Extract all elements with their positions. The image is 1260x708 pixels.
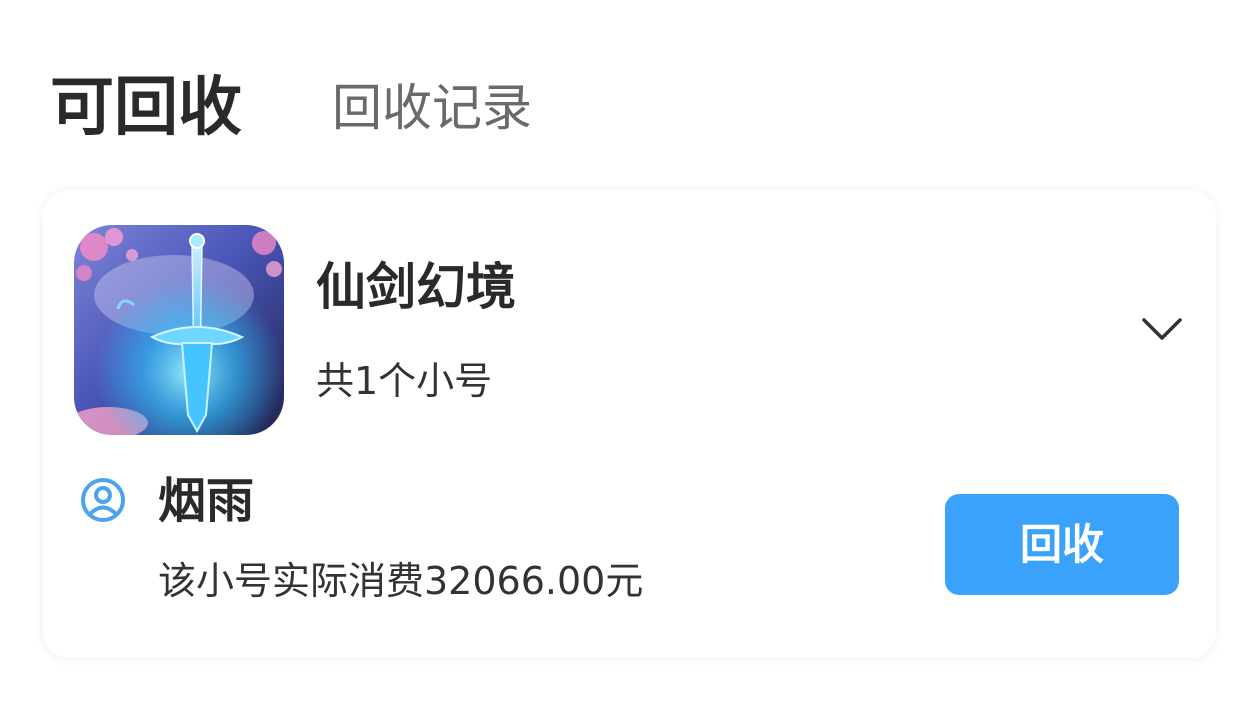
tab-recyclable[interactable]: 可回收: [50, 68, 242, 148]
tab-recycle-history[interactable]: 回收记录: [332, 76, 532, 140]
chevron-down-icon[interactable]: [1138, 308, 1186, 348]
account-name: 烟雨: [158, 473, 255, 529]
game-name: 仙剑幻境: [316, 258, 516, 316]
recycle-button[interactable]: 回收: [945, 494, 1179, 595]
tab-bar: 可回收 回收记录: [0, 0, 1260, 170]
user-circle-icon: [79, 476, 127, 524]
game-account-card: 仙剑幻境 共1个小号 烟雨 该小号实际消费32066.00元 回收: [43, 190, 1216, 658]
game-icon: [74, 225, 284, 435]
account-spend-text: 该小号实际消费32066.00元: [158, 559, 644, 603]
account-count: 共1个小号: [316, 359, 493, 403]
